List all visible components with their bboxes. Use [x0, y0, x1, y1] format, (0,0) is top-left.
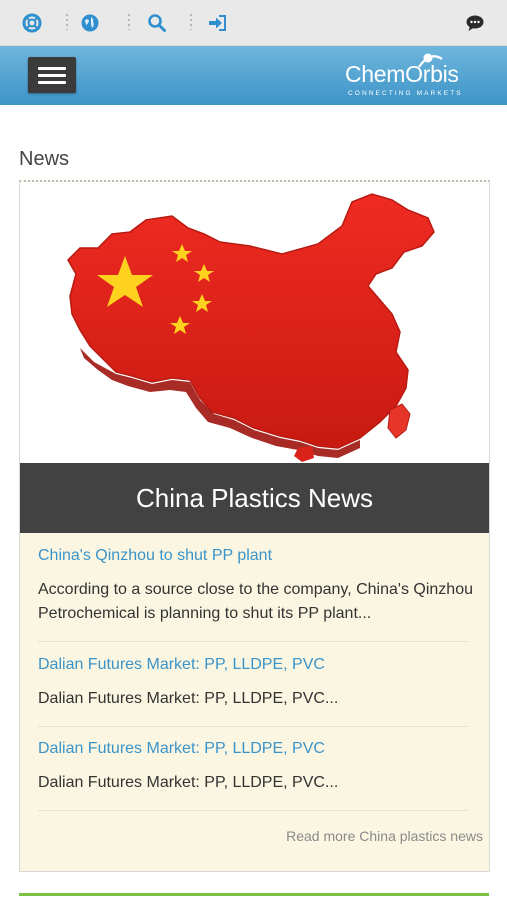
- lifebuoy-icon[interactable]: [21, 12, 43, 34]
- menu-button[interactable]: [28, 57, 76, 93]
- login-icon[interactable]: [206, 12, 228, 34]
- divider: [38, 810, 468, 811]
- menu-bar: [38, 67, 66, 70]
- list-item: Dalian Futures Market: PP, LLDPE, PVC Da…: [38, 740, 473, 795]
- list-item: China's Qinzhou to shut PP plant Accordi…: [38, 547, 473, 626]
- toolbar-separator: [190, 14, 192, 30]
- news-item-excerpt: Dalian Futures Market: PP, LLDPE, PVC...: [38, 690, 339, 707]
- news-item-link[interactable]: Dalian Futures Market: PP, LLDPE, PVC: [38, 740, 473, 758]
- menu-bar: [38, 81, 66, 84]
- china-map-image[interactable]: [20, 182, 489, 463]
- menu-bar: [38, 74, 66, 77]
- divider: [38, 726, 468, 727]
- section-divider: [19, 893, 489, 896]
- news-item-link[interactable]: China's Qinzhou to shut PP plant: [38, 547, 473, 565]
- globe-icon[interactable]: [79, 12, 101, 34]
- chat-icon[interactable]: [464, 12, 486, 34]
- logo-tagline: CONNECTING MARKETS: [348, 90, 463, 97]
- news-item-excerpt: Dalian Futures Market: PP, LLDPE, PVC...: [38, 774, 339, 791]
- page-title: News: [19, 148, 70, 170]
- top-utility-bar: [0, 0, 507, 46]
- list-item: Dalian Futures Market: PP, LLDPE, PVC Da…: [38, 656, 473, 711]
- news-item-excerpt: According to a source close to the compa…: [38, 581, 473, 622]
- news-card: China Plastics News China's Qinzhou to s…: [19, 180, 490, 872]
- toolbar-separator: [66, 14, 68, 30]
- search-icon[interactable]: [146, 12, 168, 34]
- divider: [38, 641, 468, 642]
- news-item-link[interactable]: Dalian Futures Market: PP, LLDPE, PVC: [38, 656, 473, 674]
- site-header: ChemOrbis CONNECTING MARKETS: [0, 46, 507, 105]
- hero-caption: China Plastics News: [20, 463, 489, 533]
- toolbar-separator: [128, 14, 130, 30]
- chemorbis-logo[interactable]: ChemOrbis CONNECTING MARKETS: [345, 53, 475, 100]
- logo-text: ChemOrbis: [345, 61, 459, 87]
- read-more-link[interactable]: Read more China plastics news: [286, 828, 483, 844]
